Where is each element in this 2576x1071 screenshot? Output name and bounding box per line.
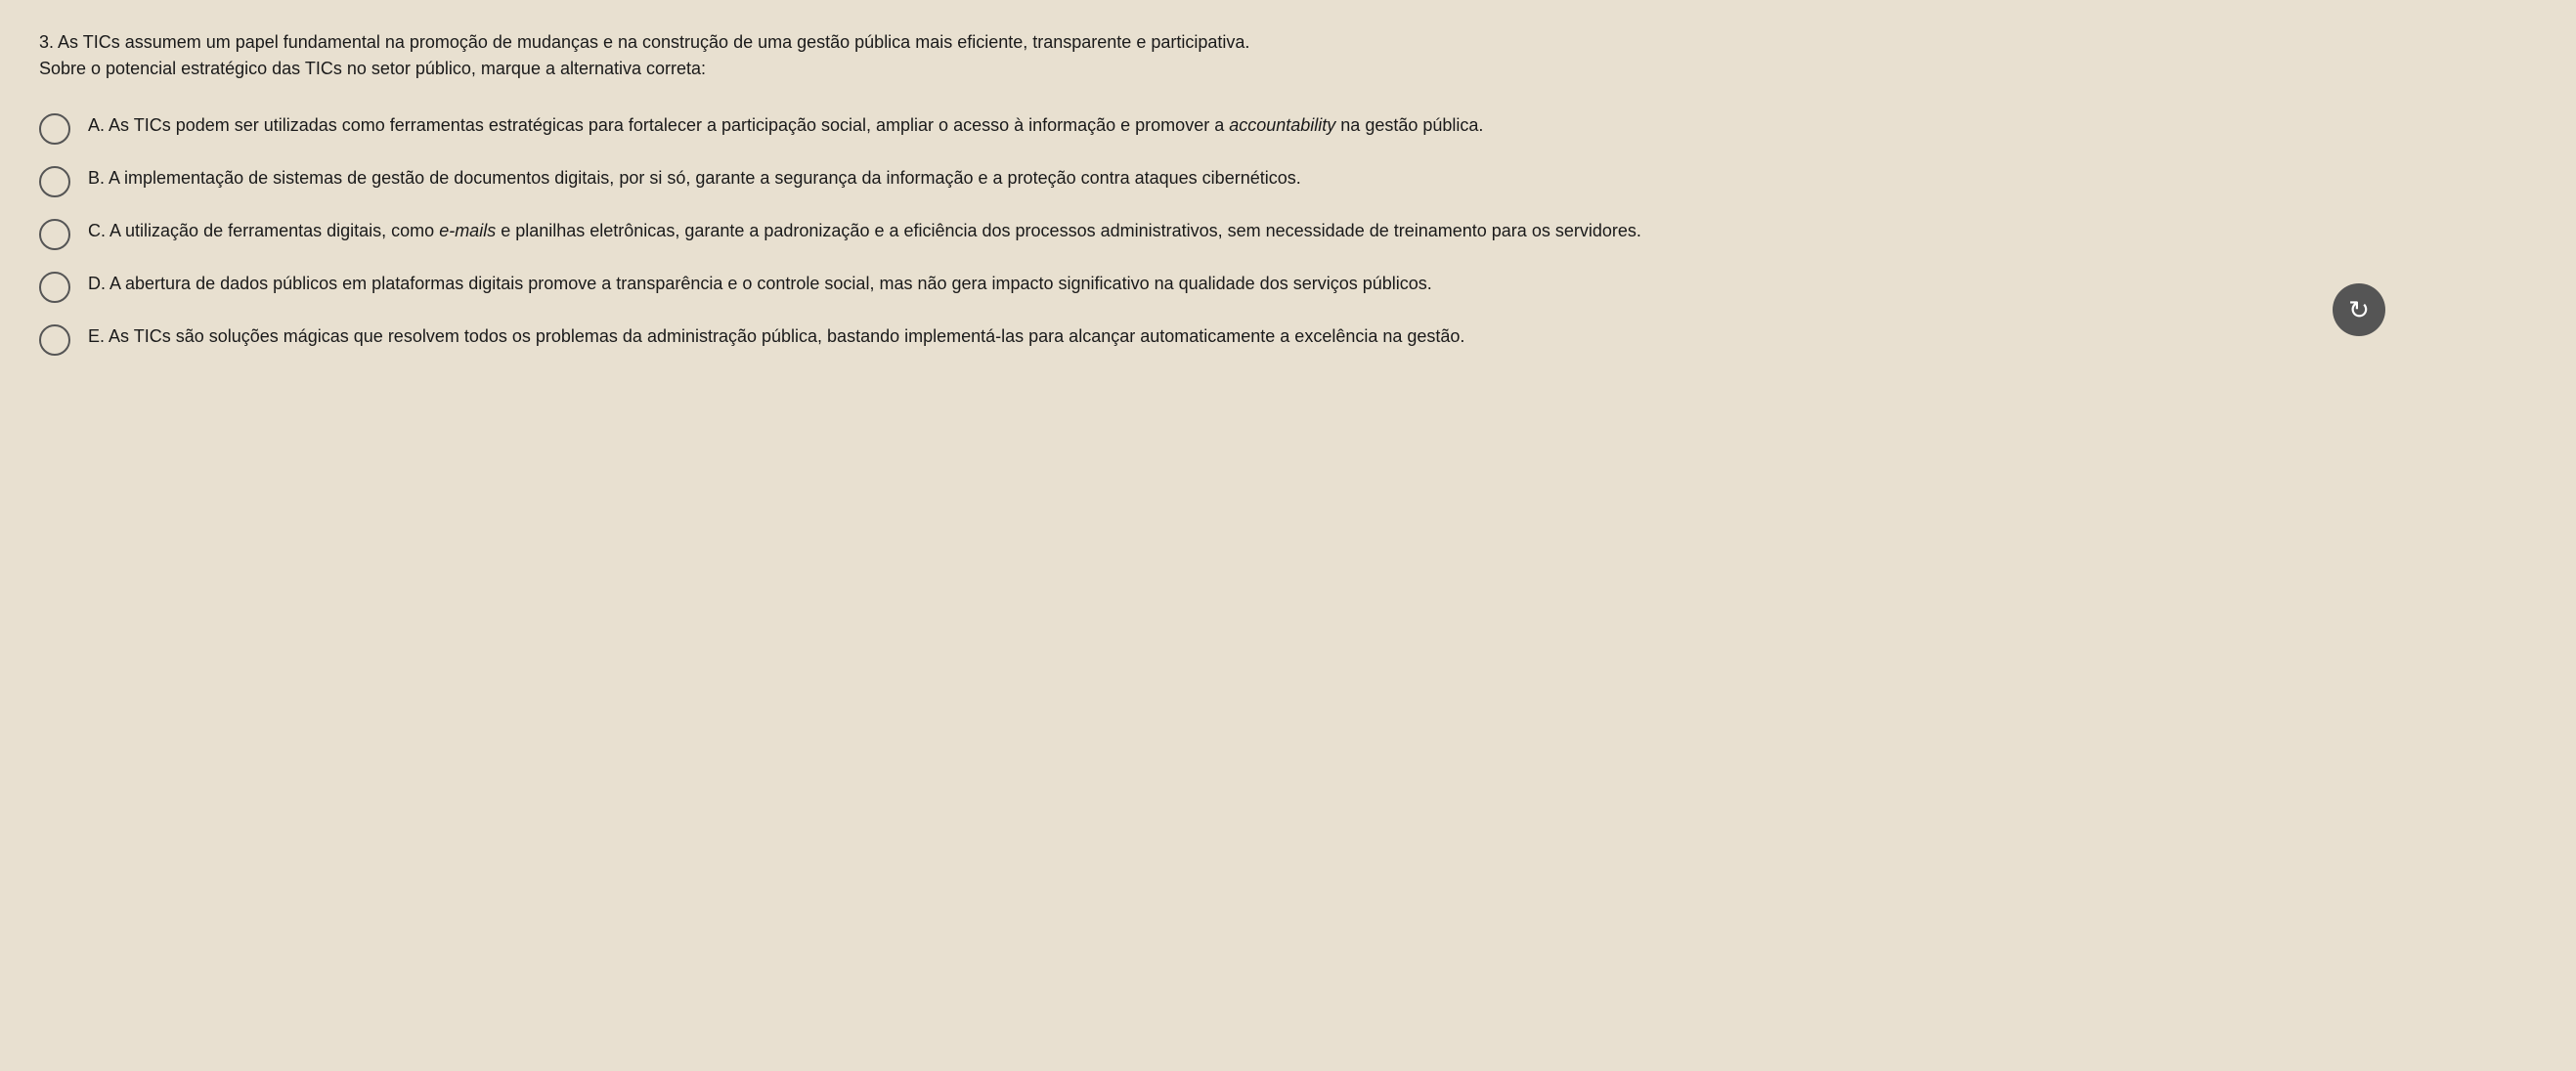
- list-item: A. As TICs podem ser utilizadas como fer…: [39, 111, 2385, 145]
- question-intro-line2: Sobre o potencial estratégico das TICs n…: [39, 56, 2385, 82]
- options-list: A. As TICs podem ser utilizadas como fer…: [39, 111, 2385, 356]
- radio-option-a[interactable]: [39, 113, 70, 145]
- radio-option-b[interactable]: [39, 166, 70, 197]
- option-b-label: B. A implementação de sistemas de gestão…: [88, 168, 1301, 188]
- radio-option-e[interactable]: [39, 324, 70, 356]
- option-d-text: D. A abertura de dados públicos em plata…: [88, 270, 1432, 298]
- option-c-label: C. A utilização de ferramentas digitais,…: [88, 221, 1641, 240]
- question-number: 3.: [39, 32, 58, 52]
- refresh-icon[interactable]: ↻: [2333, 283, 2385, 336]
- option-a-label: A. As TICs podem ser utilizadas como fer…: [88, 115, 1483, 135]
- option-b-text: B. A implementação de sistemas de gestão…: [88, 164, 1301, 193]
- option-e-text: E. As TICs são soluções mágicas que reso…: [88, 322, 1464, 351]
- question-intro-line1: 3. As TICs assumem um papel fundamental …: [39, 29, 2385, 56]
- radio-option-d[interactable]: [39, 272, 70, 303]
- option-a-text: A. As TICs podem ser utilizadas como fer…: [88, 111, 1483, 140]
- list-item: B. A implementação de sistemas de gestão…: [39, 164, 2385, 197]
- list-item: C. A utilização de ferramentas digitais,…: [39, 217, 2385, 250]
- question-container: 3. As TICs assumem um papel fundamental …: [39, 29, 2385, 356]
- option-e-label: E. As TICs são soluções mágicas que reso…: [88, 326, 1464, 346]
- question-header: 3. As TICs assumem um papel fundamental …: [39, 29, 2385, 82]
- option-d-label: D. A abertura de dados públicos em plata…: [88, 274, 1432, 293]
- list-item: D. A abertura de dados públicos em plata…: [39, 270, 2385, 303]
- list-item: E. As TICs são soluções mágicas que reso…: [39, 322, 2385, 356]
- radio-option-c[interactable]: [39, 219, 70, 250]
- option-c-text: C. A utilização de ferramentas digitais,…: [88, 217, 1641, 245]
